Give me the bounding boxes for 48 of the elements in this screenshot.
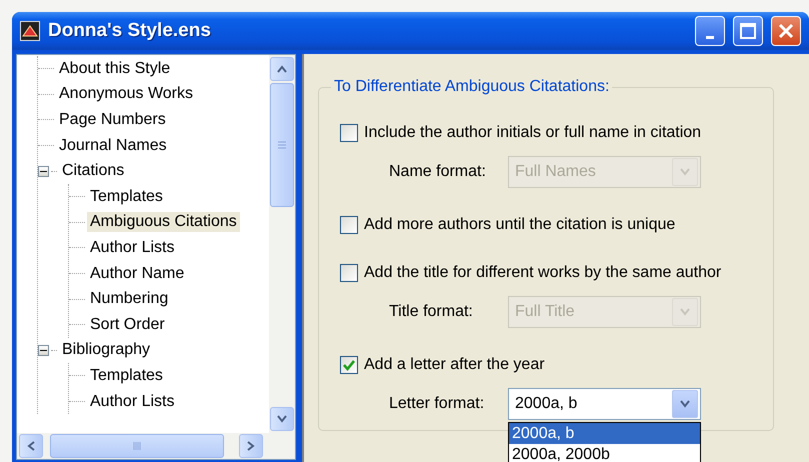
down-chevron-icon: [277, 415, 287, 423]
collapse-icon[interactable]: [38, 166, 49, 177]
group-title: To Differentiate Ambiguous Citatations:: [333, 78, 610, 96]
tree-item[interactable]: Templates: [87, 366, 166, 386]
tree-item[interactable]: Author Name: [87, 264, 188, 284]
minimize-icon: [706, 36, 714, 38]
up-chevron-icon: [277, 65, 287, 73]
format-label: Letter format:: [389, 395, 486, 413]
option-label: Add more authors until the citation is unique: [364, 216, 676, 234]
tree-item[interactable]: Ambiguous Citations: [87, 212, 240, 232]
checkbox[interactable]: [340, 216, 358, 234]
minimize-button[interactable]: [695, 16, 725, 46]
format-label: Title format:: [389, 303, 474, 321]
left-chevron-icon: [27, 441, 35, 451]
scroll-right-button[interactable]: [239, 434, 263, 458]
tree-item[interactable]: Page Numbers: [56, 110, 169, 130]
tree-item[interactable]: Journal Names: [56, 136, 170, 156]
tree-item[interactable]: Sort Order: [87, 314, 168, 335]
tree-item[interactable]: Bibliography: [59, 340, 154, 360]
option-label: Add the title for different works by the same author: [364, 264, 722, 282]
tree-item[interactable]: Citations: [59, 161, 128, 182]
window-title: Donna's Style.ens: [48, 20, 212, 42]
checkbox[interactable]: [340, 356, 358, 374]
scroll-up-button[interactable]: [270, 57, 294, 81]
tree-item[interactable]: Numbering: [87, 289, 172, 310]
maximize-button[interactable]: [733, 16, 763, 46]
option-label: Add a letter after the year: [364, 356, 545, 374]
scroll-left-button[interactable]: [19, 434, 43, 458]
format-label: Name format:: [389, 163, 487, 181]
tree-item[interactable]: Anonymous Works: [56, 84, 196, 104]
collapse-icon[interactable]: [38, 344, 49, 356]
scrollbar-thumb[interactable]: [270, 83, 294, 207]
right-chevron-icon: [247, 441, 255, 451]
tree-item[interactable]: About this Style: [56, 58, 174, 79]
maximize-icon: [740, 23, 756, 39]
app-logo-icon: [20, 21, 40, 41]
tree-item[interactable]: Author Lists: [87, 392, 178, 412]
format-dropdown[interactable]: 2000a, b: [508, 388, 701, 420]
scrollbar-thumb[interactable]: [50, 434, 224, 458]
close-button[interactable]: [771, 16, 801, 46]
checkbox[interactable]: [340, 124, 358, 142]
option-label: Include the author initials or full name in citation: [364, 124, 702, 142]
tree-item[interactable]: Templates: [87, 186, 166, 207]
close-icon: [778, 23, 794, 39]
checkbox[interactable]: [340, 264, 358, 282]
tree-item[interactable]: Author Lists: [87, 238, 178, 258]
scroll-down-button[interactable]: [270, 407, 294, 431]
dropdown-option[interactable]: 2000a, b: [509, 423, 700, 444]
